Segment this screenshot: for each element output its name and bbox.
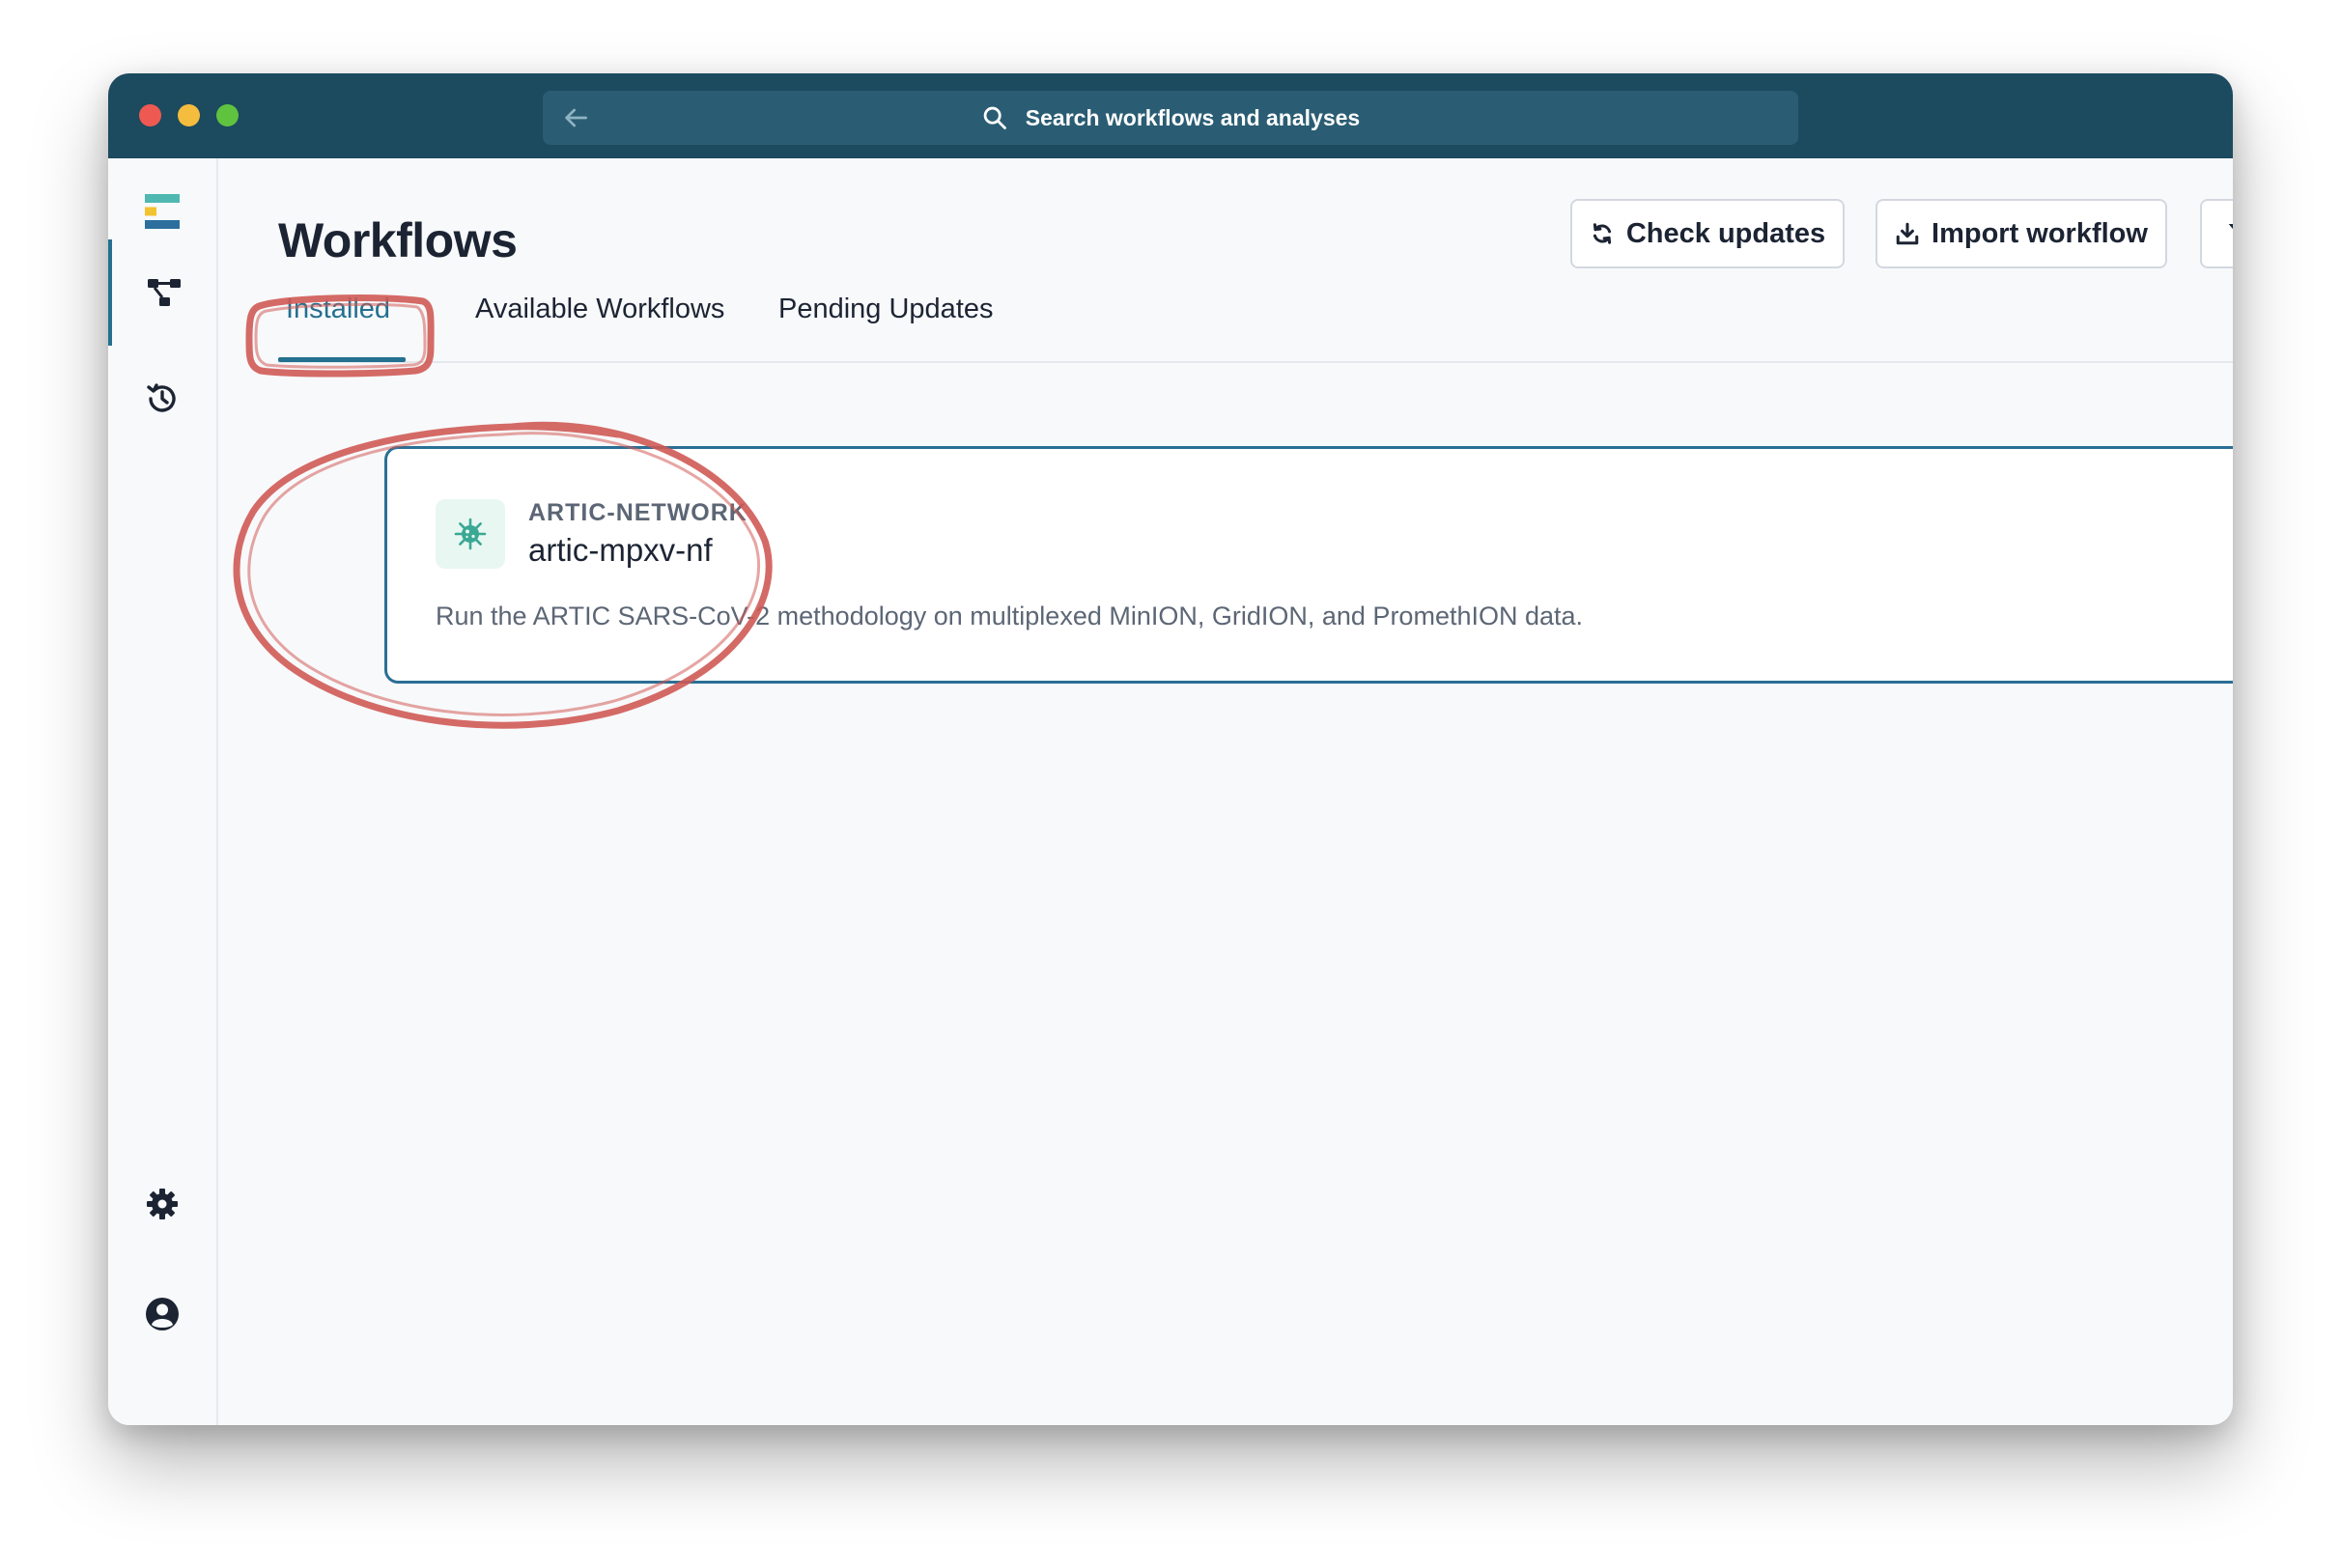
- page-title: Workflows: [278, 213, 518, 267]
- check-updates-button[interactable]: Check updates: [1570, 199, 1845, 268]
- download-icon: [1896, 222, 1919, 245]
- close-window-button[interactable]: [139, 104, 161, 126]
- tab-installed[interactable]: Installed: [286, 294, 390, 325]
- check-updates-label: Check updates: [1625, 217, 1826, 249]
- search-input[interactable]: Search workflows and analyses: [543, 91, 1798, 145]
- workflow-organization: ARTIC-NETWORK: [528, 499, 747, 526]
- app-logo-icon: [145, 194, 180, 229]
- app-window: Search workflows and analyses Workflows …: [108, 73, 2233, 1425]
- sidebar-item-settings[interactable]: [108, 1151, 216, 1257]
- sidebar: [108, 158, 218, 1425]
- history-icon: [147, 383, 176, 412]
- tab-available-workflows[interactable]: Available Workflows: [475, 294, 724, 325]
- main-content: Workflows Check updates Import workflow: [218, 158, 2233, 1425]
- title-bar: Search workflows and analyses: [108, 73, 2233, 158]
- search-placeholder: Search workflows and analyses: [1025, 104, 1361, 130]
- minimize-window-button[interactable]: [178, 104, 200, 126]
- filter-icon: [2228, 224, 2233, 230]
- virus-icon: [454, 518, 487, 550]
- workflow-card[interactable]: ARTIC-NETWORK artic-mpxv-nf Run the ARTI…: [384, 446, 2233, 684]
- sidebar-item-account[interactable]: [108, 1261, 216, 1367]
- workflow-name[interactable]: artic-mpxv-nf: [528, 532, 713, 569]
- search-icon: [983, 106, 1006, 129]
- workflow-description: Run the ARTIC SARS-CoV-2 methodology on …: [436, 602, 1584, 630]
- tab-pending-updates[interactable]: Pending Updates: [778, 294, 994, 325]
- sidebar-item-workflows[interactable]: [108, 239, 216, 346]
- workflow-icon-badge: [436, 499, 505, 569]
- filter-button[interactable]: [2200, 199, 2233, 268]
- gear-icon: [147, 1189, 178, 1219]
- zoom-window-button[interactable]: [216, 104, 239, 126]
- import-workflow-button[interactable]: Import workflow: [1876, 199, 2167, 268]
- active-tab-indicator: [278, 357, 406, 362]
- workflow-icon: [148, 279, 181, 306]
- import-workflow-label: Import workflow: [1932, 217, 2148, 249]
- user-circle-icon: [146, 1298, 179, 1330]
- sidebar-item-history[interactable]: [108, 346, 216, 452]
- tab-bar-divider: [278, 361, 2233, 363]
- search-bar[interactable]: Search workflows and analyses: [543, 91, 1798, 145]
- refresh-icon: [1593, 223, 1611, 244]
